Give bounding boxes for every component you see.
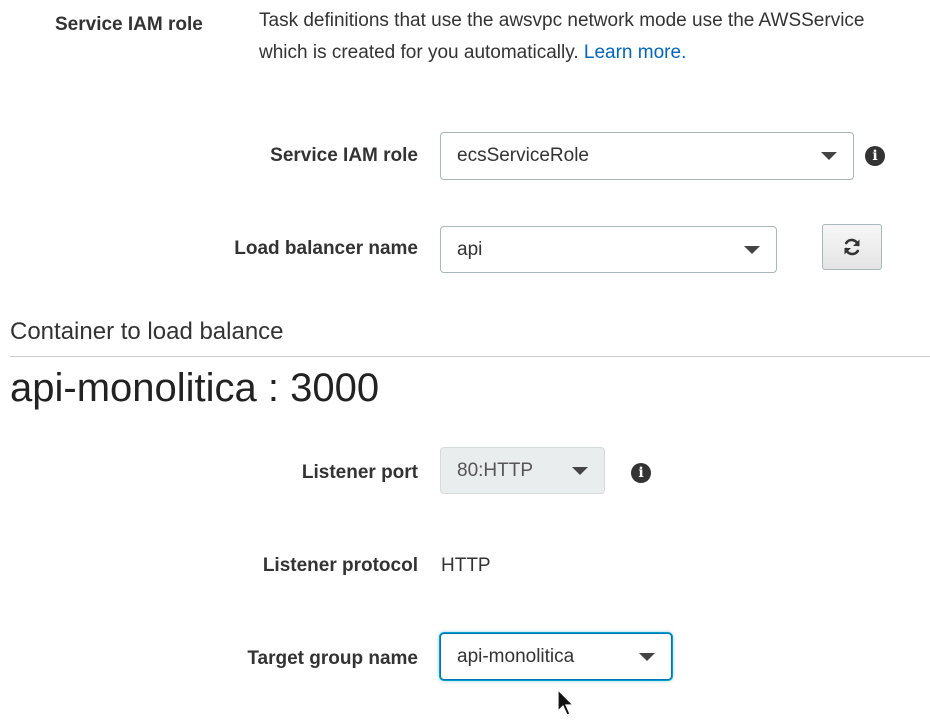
chevron-down-icon [744, 245, 760, 254]
listener-protocol-label: Listener protocol [262, 555, 418, 576]
listener-protocol-value: HTTP [441, 555, 491, 576]
info-icon[interactable]: i [865, 146, 885, 166]
chevron-down-icon [572, 466, 588, 475]
service-iam-role-value: ecsServiceRole [457, 145, 589, 166]
description-line-1: Task definitions that use the awsvpc net… [259, 10, 865, 31]
learn-more-link[interactable]: Learn more. [584, 42, 686, 63]
target-group-name-value: api-monolitica [457, 645, 575, 667]
info-icon[interactable]: i [631, 463, 651, 483]
chevron-down-icon [821, 152, 837, 160]
load-balancer-name-select[interactable]: api [440, 226, 777, 273]
service-iam-role-heading: Service IAM role [55, 14, 203, 35]
container-title: api-monolitica : 3000 [10, 366, 380, 410]
service-iam-role-label: Service IAM role [270, 145, 418, 166]
load-balancer-name-label: Load balancer name [234, 238, 418, 259]
target-group-name-select[interactable]: api-monolitica [440, 633, 672, 680]
target-group-name-label: Target group name [247, 648, 418, 669]
refresh-button[interactable] [822, 224, 882, 270]
description-line-2: which is created for you automatically. [259, 42, 579, 63]
section-divider [10, 356, 930, 357]
load-balancer-name-value: api [457, 238, 483, 260]
service-iam-role-select[interactable]: ecsServiceRole [440, 132, 854, 180]
listener-port-select[interactable]: 80:HTTP [440, 447, 605, 494]
service-iam-role-description: Task definitions that use the awsvpc net… [259, 5, 930, 69]
listener-port-value: 80:HTTP [457, 459, 534, 481]
section-title: Container to load balance [10, 318, 284, 345]
chevron-down-icon [639, 652, 655, 661]
refresh-icon [844, 238, 860, 256]
listener-port-label: Listener port [301, 462, 418, 483]
mouse-cursor-icon [557, 689, 575, 716]
